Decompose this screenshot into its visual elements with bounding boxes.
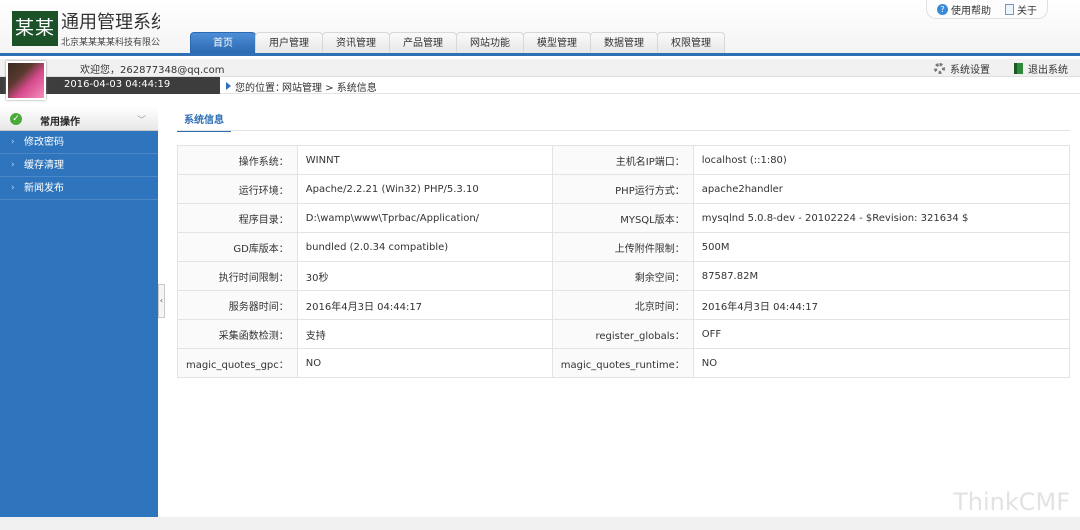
chevron-right-icon: › <box>11 160 15 170</box>
tab-models[interactable]: 模型管理 <box>523 32 591 53</box>
tab-system-info[interactable]: 系统信息 <box>177 111 231 132</box>
company-name: 北京某某某某科技有限公司 <box>61 38 160 48</box>
user-bar: 欢迎您，262877348@qq.com 系统设置 退出系统 <box>0 59 1080 77</box>
watermark: ThinkCMF <box>953 488 1070 516</box>
info-key: MYSQL版本： <box>551 203 694 233</box>
info-key: 操作系统： <box>177 145 298 175</box>
info-value: NO <box>692 348 1071 378</box>
user-actions: 系统设置 退出系统 <box>934 59 1068 77</box>
table-row: 操作系统： WINNT 主机名IP端口： localhost (::1:80) <box>177 145 1071 175</box>
help-icon: ? <box>937 3 948 15</box>
info-value: mysqlnd 5.0.8-dev - 20102224 - $Revision… <box>692 203 1071 233</box>
info-value: NO <box>296 348 553 378</box>
main-nav: 首页 用户管理 资讯管理 产品管理 网站功能 模型管理 数据管理 权限管理 <box>190 32 725 53</box>
info-key: register_globals： <box>551 319 694 349</box>
sidebar-collapse-handle[interactable]: ‹ <box>158 284 165 318</box>
exit-icon <box>1014 62 1023 74</box>
sidebar-item-label: 修改密码 <box>24 137 64 148</box>
sidebar-header[interactable]: ✓ 常用操作 ﹀ <box>0 107 158 131</box>
tab-news[interactable]: 资讯管理 <box>322 32 390 53</box>
info-value: 支持 <box>296 319 553 349</box>
footer <box>0 517 1080 530</box>
sidebar-item-label: 缓存清理 <box>24 160 64 171</box>
info-key: PHP运行方式： <box>551 174 694 204</box>
info-value: D:\wamp\www\Tprbac/Application/ <box>296 203 553 233</box>
info-key: GD库版本： <box>177 232 298 262</box>
tab-home[interactable]: 首页 <box>190 32 256 53</box>
tab-site-functions[interactable]: 网站功能 <box>456 32 524 53</box>
sidebar-item-clear-cache[interactable]: › 缓存清理 <box>0 154 158 177</box>
gear-icon <box>934 62 945 74</box>
info-value: 500M <box>692 232 1071 262</box>
doc-icon <box>1005 3 1014 15</box>
breadcrumb-path: 网站管理 > 系统信息 <box>282 83 377 94</box>
info-value: 87587.82M <box>692 261 1071 291</box>
chevron-right-icon: › <box>11 137 15 147</box>
info-value: 2016年4月3日 04:44:17 <box>692 290 1071 320</box>
table-row: 执行时间限制： 30秒 剩余空间： 87587.82M <box>177 261 1071 291</box>
tab-data[interactable]: 数据管理 <box>590 32 658 53</box>
welcome-text: 欢迎您，262877348@qq.com <box>80 65 225 76</box>
tab-users[interactable]: 用户管理 <box>255 32 323 53</box>
avatar[interactable] <box>6 61 46 100</box>
table-row: GD库版本： bundled (2.0.34 compatible) 上传附件限制：… <box>177 232 1071 262</box>
table-row: 运行环境： Apache/2.2.21 (Win32) PHP/5.3.10 PHP… <box>177 174 1071 204</box>
breadcrumb-label: 您的位置： <box>235 83 285 94</box>
tab-divider <box>177 130 1070 131</box>
check-icon: ✓ <box>10 113 22 125</box>
sidebar-header-label: 常用操作 <box>40 117 80 128</box>
table-row: magic_quotes_gpc： NO magic_quotes_runtime：… <box>177 348 1071 378</box>
sidebar-item-label: 新闻发布 <box>24 183 64 194</box>
info-key: 执行时间限制： <box>177 261 298 291</box>
info-key: 采集函数检测： <box>177 319 298 349</box>
chevron-left-icon: ‹ <box>159 296 164 305</box>
info-key: 剩余空间： <box>551 261 694 291</box>
current-datetime: 2016-04-03 04:44:19 <box>64 79 171 90</box>
info-value: 2016年4月3日 04:44:17 <box>296 290 553 320</box>
info-value: WINNT <box>296 145 553 175</box>
about-link[interactable]: 关于 <box>1005 2 1037 17</box>
sidebar: ✓ 常用操作 ﹀ › 修改密码 › 缓存清理 › 新闻发布 <box>0 107 158 517</box>
about-label: 关于 <box>1017 5 1037 17</box>
info-value: bundled (2.0.34 compatible) <box>296 232 553 262</box>
system-info-table: 操作系统： WINNT 主机名IP端口： localhost (::1:80) 运行环境… <box>177 145 1071 378</box>
chevron-right-icon: › <box>11 183 15 193</box>
chevron-down-icon: ﹀ <box>136 116 146 126</box>
help-link[interactable]: ? 使用帮助 <box>937 2 991 17</box>
info-key: 主机名IP端口： <box>551 145 694 175</box>
info-key: magic_quotes_gpc： <box>177 348 298 378</box>
sidebar-item-change-password[interactable]: › 修改密码 <box>0 131 158 154</box>
sidebar-item-publish-news[interactable]: › 新闻发布 <box>0 177 158 200</box>
app-title: 通用管理系统 <box>61 12 160 33</box>
chevron-right-icon <box>226 82 231 90</box>
info-key: magic_quotes_runtime： <box>551 348 694 378</box>
logout-button[interactable]: 退出系统 <box>1014 61 1068 76</box>
header: 某某 通用管理系统 北京某某某某科技有限公司 ? 使用帮助 关于 首页 用户管理… <box>0 0 1080 56</box>
info-value: OFF <box>692 319 1071 349</box>
settings-label: 系统设置 <box>950 64 990 76</box>
breadcrumb: 您的位置： 网站管理 > 系统信息 <box>220 77 1080 94</box>
tab-products[interactable]: 产品管理 <box>389 32 457 53</box>
info-key: 上传附件限制： <box>551 232 694 262</box>
tab-permissions[interactable]: 权限管理 <box>657 32 725 53</box>
info-value: Apache/2.2.21 (Win32) PHP/5.3.10 <box>296 174 553 204</box>
info-value: apache2handler <box>692 174 1071 204</box>
info-key: 程序目录： <box>177 203 298 233</box>
info-key: 北京时间： <box>551 290 694 320</box>
table-row: 采集函数检测： 支持 register_globals： OFF <box>177 319 1071 349</box>
info-value: 30秒 <box>296 261 553 291</box>
logout-label: 退出系统 <box>1028 64 1068 76</box>
info-value: localhost (::1:80) <box>692 145 1071 175</box>
table-row: 服务器时间： 2016年4月3日 04:44:17 北京时间： 2016年4月3日 0… <box>177 290 1071 320</box>
info-key: 服务器时间： <box>177 290 298 320</box>
info-key: 运行环境： <box>177 174 298 204</box>
top-links: ? 使用帮助 关于 <box>926 0 1048 19</box>
help-label: 使用帮助 <box>951 5 991 17</box>
logo-mark: 某某 <box>12 11 58 46</box>
table-row: 程序目录： D:\wamp\www\Tprbac/Application/MYSQ… <box>177 203 1071 233</box>
settings-button[interactable]: 系统设置 <box>934 61 990 76</box>
